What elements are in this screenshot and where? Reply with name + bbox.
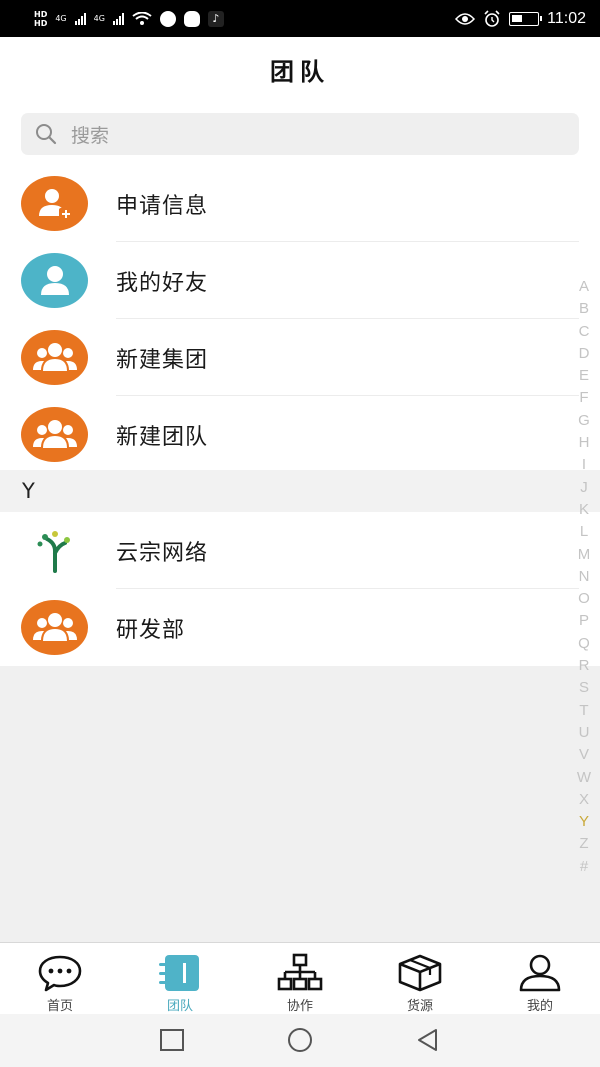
signal-icon-2 (112, 12, 124, 25)
index-letter[interactable]: O (578, 588, 590, 610)
list-item-label: 我的好友 (116, 270, 209, 296)
index-letter[interactable]: N (579, 566, 590, 588)
index-letter[interactable]: A (579, 276, 589, 298)
tab-label: 团队 (166, 999, 193, 1014)
tab-label: 货源 (406, 999, 433, 1014)
index-letter[interactable]: P (579, 610, 589, 632)
index-letter[interactable]: W (577, 767, 591, 789)
list-item-rd-dept[interactable]: 研发部 (0, 589, 600, 666)
index-letter[interactable]: B (579, 298, 589, 320)
index-letter[interactable]: K (579, 499, 589, 521)
tab-supply[interactable]: 货源 (360, 943, 480, 1014)
user-icon (21, 253, 88, 308)
index-letter[interactable]: F (579, 387, 588, 409)
box-icon (398, 954, 442, 992)
search-icon (36, 124, 57, 145)
index-letter[interactable]: M (578, 544, 591, 566)
index-letter[interactable]: G (578, 410, 590, 432)
person-icon (519, 954, 561, 992)
page-title: 团队 (270, 57, 330, 86)
list-item-yunzong[interactable]: 云宗网络 (0, 512, 600, 589)
team-menu-list: 申请信息 我的好友 新建集团 新建团队 (0, 165, 600, 473)
index-letter[interactable]: U (579, 722, 590, 744)
index-letter[interactable]: D (579, 343, 590, 365)
app-header: 团队 (0, 37, 600, 101)
group-icon (21, 407, 88, 462)
alphabet-index-bar[interactable]: A B C D E F G H I J K L M N O P Q R S T U V W X Y Z # (576, 276, 592, 878)
chat-icon (38, 955, 82, 992)
status-bar: HD HD 4G 4G ♪ 11:02 (0, 0, 600, 37)
team-icon (159, 955, 199, 991)
group-icon (21, 600, 88, 655)
tab-home[interactable]: 首页 (0, 943, 120, 1014)
list-item-label: 云宗网络 (116, 540, 209, 566)
index-letter[interactable]: V (579, 744, 589, 766)
index-letter[interactable]: L (580, 521, 588, 543)
index-letter[interactable]: C (579, 321, 590, 343)
status-left: HD HD 4G 4G ♪ (34, 10, 224, 28)
index-letter[interactable]: T (579, 700, 588, 722)
status-right: 11:02 (455, 10, 586, 28)
clock: 11:02 (547, 9, 586, 27)
recent-apps-icon[interactable] (158, 1027, 186, 1055)
list-item-label: 研发部 (116, 617, 186, 643)
back-icon[interactable] (414, 1027, 442, 1055)
battery-icon (509, 11, 543, 26)
index-letter[interactable]: E (579, 365, 589, 387)
tab-team[interactable]: 团队 (120, 943, 240, 1014)
wifi-icon (132, 11, 152, 25)
index-letter[interactable]: H (579, 432, 590, 454)
list-item-label: 申请信息 (116, 193, 209, 219)
list-item-label: 新建集团 (116, 347, 209, 373)
add-user-icon (21, 176, 88, 231)
network-type-2: 4G (93, 14, 105, 23)
list-item-new-team[interactable]: 新建团队 (0, 396, 600, 473)
index-letter[interactable]: Q (578, 633, 590, 655)
group-icon (21, 330, 88, 385)
list-item-new-group[interactable]: 新建集团 (0, 319, 600, 396)
tab-label: 我的 (526, 999, 553, 1014)
index-letter[interactable]: S (579, 677, 589, 699)
search-area: 搜索 (0, 101, 600, 171)
index-letter[interactable]: J (580, 477, 588, 499)
index-letter[interactable]: # (580, 856, 588, 878)
list-item-apply-info[interactable]: 申请信息 (0, 165, 600, 242)
tab-label: 协作 (286, 999, 313, 1014)
bottom-tab-bar: 首页 团队 协作 货源 我的 (0, 942, 600, 1014)
qq-icon (183, 10, 200, 27)
section-header-y: Y (0, 470, 600, 512)
tiktok-icon: ♪ (207, 10, 224, 27)
network-type-1: 4G (55, 14, 67, 23)
home-icon[interactable] (286, 1027, 314, 1055)
index-letter[interactable]: Z (579, 833, 588, 855)
signal-icon (74, 12, 86, 25)
org-chart-icon (277, 953, 323, 991)
system-navigation-bar (0, 1014, 600, 1067)
tab-collaboration[interactable]: 协作 (240, 943, 360, 1014)
search-placeholder: 搜索 (71, 124, 110, 147)
index-letter[interactable]: Y (579, 811, 589, 833)
tree-logo-icon (21, 523, 88, 578)
alarm-icon (484, 9, 500, 27)
tab-label: 首页 (46, 999, 73, 1014)
hd-indicator: HD HD (34, 9, 48, 28)
team-list-y: 云宗网络 研发部 (0, 512, 600, 666)
eye-icon (455, 12, 476, 25)
index-letter[interactable]: R (579, 655, 590, 677)
list-item-my-friends[interactable]: 我的好友 (0, 242, 600, 319)
index-letter[interactable]: X (579, 789, 589, 811)
index-letter[interactable]: I (582, 454, 586, 476)
tab-mine[interactable]: 我的 (480, 943, 600, 1014)
list-item-label: 新建团队 (116, 424, 209, 450)
search-input[interactable]: 搜索 (21, 113, 579, 155)
app-notification-icon (159, 10, 176, 27)
